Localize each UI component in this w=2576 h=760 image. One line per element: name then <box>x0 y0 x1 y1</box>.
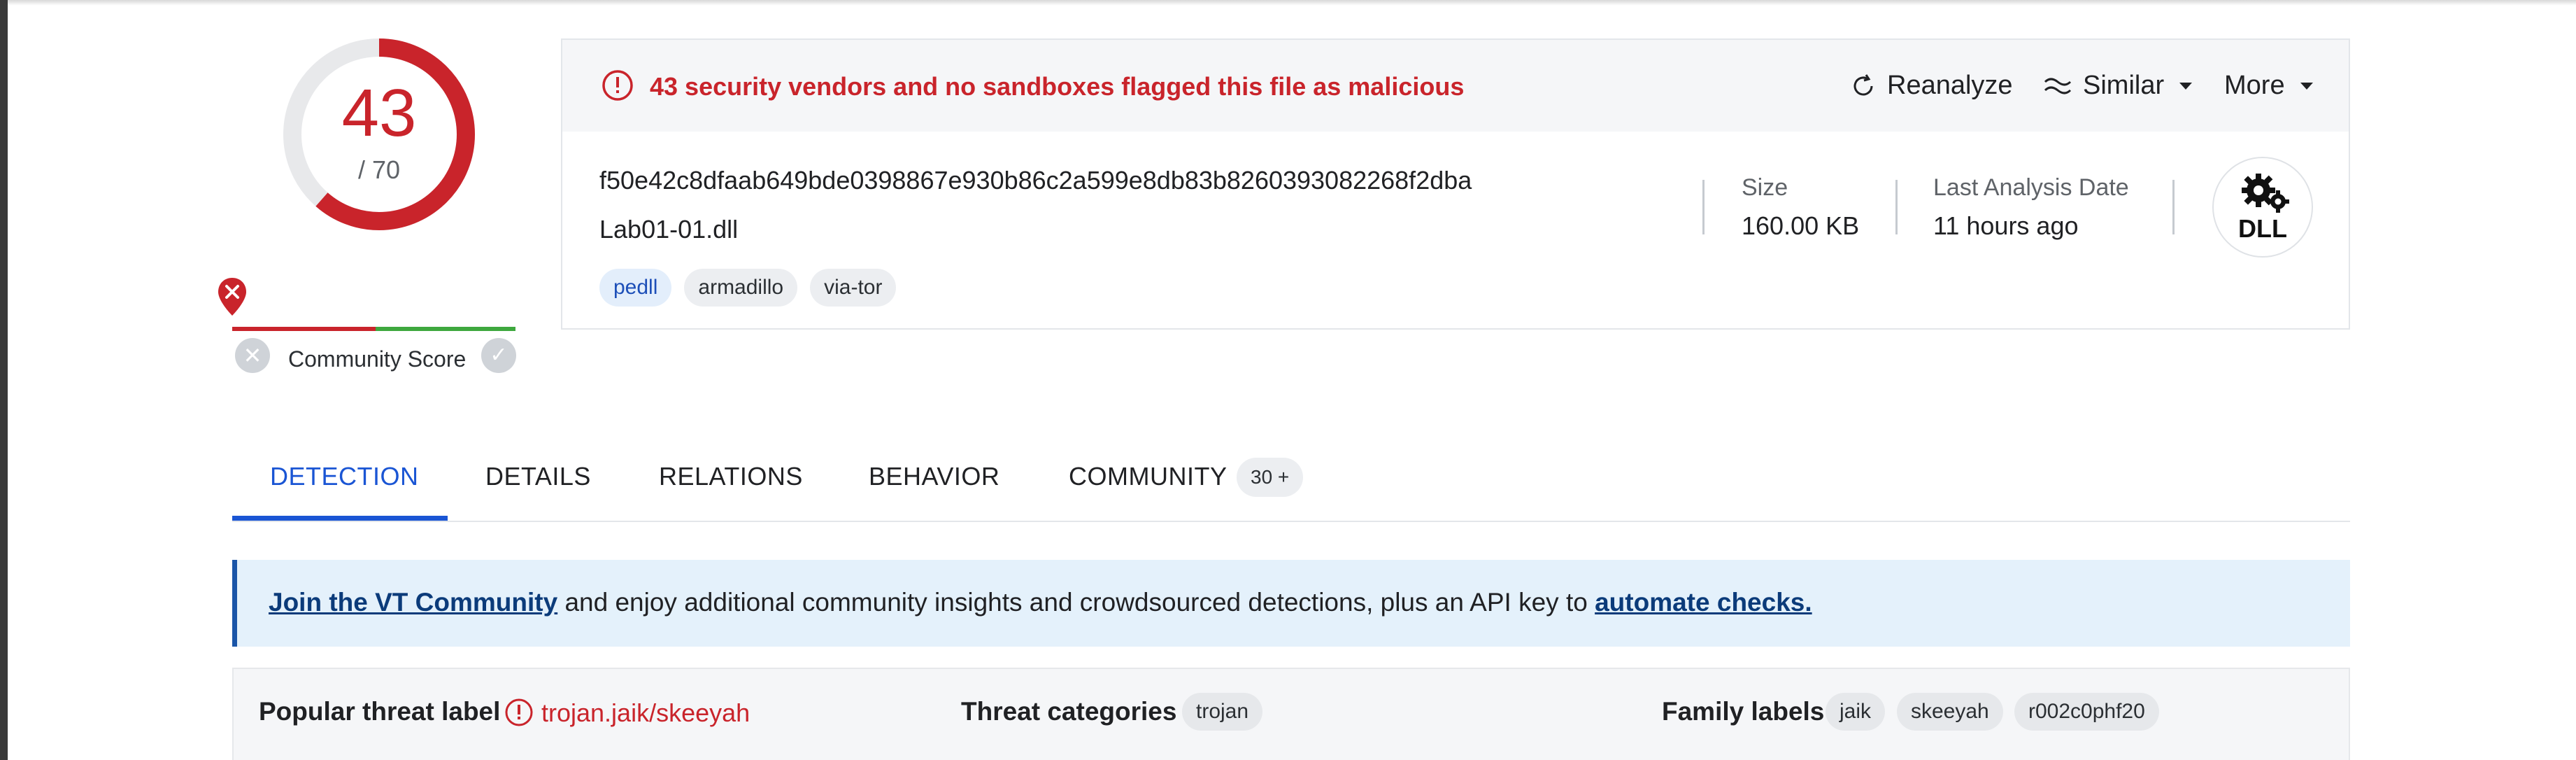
refresh-icon <box>1853 73 1873 95</box>
family-labels-label: Family labels <box>1662 697 1825 726</box>
popular-threat-label: Popular threat label <box>259 697 501 726</box>
file-type-label: DLL <box>2238 214 2287 243</box>
chevron-down-icon <box>2300 82 2313 90</box>
tab-community[interactable]: COMMUNITY <box>1069 462 1227 491</box>
banner-text: Join the VT Community and enjoy addition… <box>269 588 1812 617</box>
report-tabs: DETECTION DETAILS RELATIONS BEHAVIOR COM… <box>232 448 2350 522</box>
community-banner: Join the VT Community and enjoy addition… <box>232 560 2350 647</box>
file-summary-card: 43 security vendors and no sandboxes fla… <box>561 38 2350 330</box>
tab-detection[interactable]: DETECTION <box>270 462 419 491</box>
active-tab-indicator <box>232 516 448 521</box>
similar-dropdown[interactable]: Similar <box>2042 71 2193 101</box>
automate-checks-link[interactable]: automate checks. <box>1595 588 1812 617</box>
community-count-badge: 30 + <box>1237 458 1304 497</box>
community-bar-negative <box>232 327 376 331</box>
size-value: 160.00 KB <box>1742 211 1860 240</box>
more-dropdown[interactable]: More <box>2224 71 2313 101</box>
size-label: Size <box>1742 174 1788 201</box>
similar-icon <box>2044 78 2072 94</box>
file-name: Lab01-01.dll <box>599 215 739 244</box>
file-tag[interactable]: pedll <box>599 269 672 307</box>
threat-summary: Popular threat label trojan.jaik/skeeyah… <box>232 668 2350 760</box>
alert-circle-icon <box>602 70 633 101</box>
banner-message: and enjoy additional community insights … <box>557 588 1595 617</box>
threat-categories-label: Threat categories <box>961 697 1177 726</box>
file-tags: pedll armadillo via-tor <box>599 269 897 307</box>
family-label-chip[interactable]: skeeyah <box>1897 693 2003 731</box>
family-label-chip[interactable]: jaik <box>1826 693 1886 731</box>
vote-harmless-icon[interactable]: ✓ <box>481 338 516 373</box>
tab-behavior[interactable]: BEHAVIOR <box>869 462 999 491</box>
detection-score-gauge: 43 / 70 <box>281 36 477 232</box>
alert-circle-icon <box>505 698 533 726</box>
divider <box>1702 180 1705 234</box>
chevron-down-icon <box>2179 82 2193 90</box>
community-score-label: Community Score <box>288 346 467 372</box>
window-left-edge <box>0 0 8 760</box>
divider <box>2172 180 2175 234</box>
reanalyze-label: Reanalyze <box>1887 71 2013 100</box>
card-header: 43 security vendors and no sandboxes fla… <box>562 40 2349 132</box>
more-label: More <box>2224 71 2285 100</box>
join-community-link[interactable]: Join the VT Community <box>269 588 557 617</box>
file-type-dll-icon: DLL <box>2212 157 2313 258</box>
score-detections: 43 <box>341 76 417 150</box>
last-analysis-label: Last Analysis Date <box>1933 174 2129 201</box>
community-score: ✕ Community Score ✓ <box>217 276 525 381</box>
similar-label: Similar <box>2083 71 2165 100</box>
divider <box>1895 180 1898 234</box>
malicious-alert-text: 43 security vendors and no sandboxes fla… <box>650 72 1465 101</box>
community-bar-positive <box>376 327 515 331</box>
file-tag[interactable]: armadillo <box>684 269 798 307</box>
top-shadow <box>8 0 2576 6</box>
tab-details[interactable]: DETAILS <box>485 462 591 491</box>
map-pin-icon <box>218 278 246 316</box>
vote-harmful-icon[interactable]: ✕ <box>235 338 270 373</box>
threat-category-chip[interactable]: trojan <box>1182 693 1263 731</box>
score-total: / 70 <box>357 155 401 184</box>
gears-icon <box>2242 174 2289 213</box>
family-label-chip[interactable]: r002c0phf20 <box>2014 693 2159 731</box>
file-hash[interactable]: f50e42c8dfaab649bde0398867e930b86c2a599e… <box>599 166 1472 195</box>
popular-threat-value[interactable]: trojan.jaik/skeeyah <box>541 698 750 728</box>
reanalyze-button[interactable]: Reanalyze <box>1849 71 2013 101</box>
file-tag[interactable]: via-tor <box>810 269 897 307</box>
tab-relations[interactable]: RELATIONS <box>659 462 803 491</box>
last-analysis-value: 11 hours ago <box>1933 211 2079 240</box>
